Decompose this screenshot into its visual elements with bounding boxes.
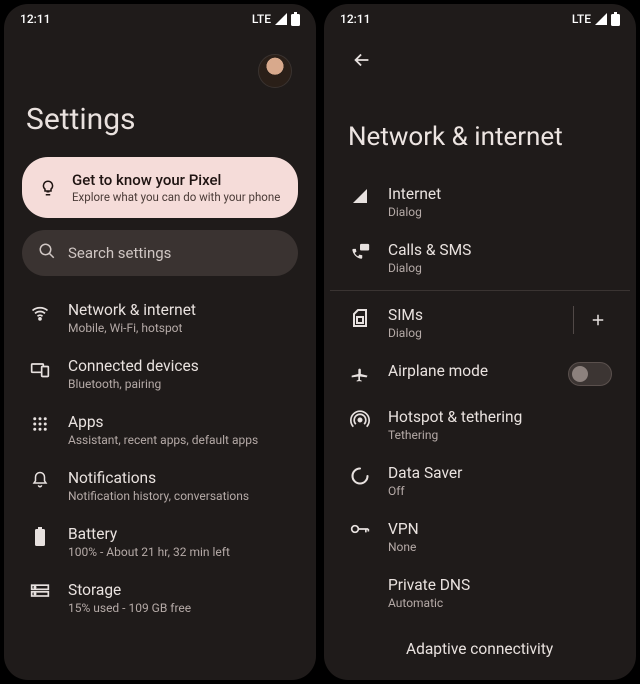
item-title: Apps — [68, 413, 292, 431]
lightbulb-icon — [38, 179, 58, 197]
item-subtitle: Tethering — [388, 428, 612, 442]
search-icon — [38, 242, 56, 264]
item-subtitle: 15% used - 109 GB free — [68, 601, 292, 615]
item-title: Connected devices — [68, 357, 292, 375]
pixel-tips-banner[interactable]: Get to know your Pixel Explore what you … — [22, 157, 298, 218]
item-subtitle: None — [388, 540, 612, 554]
status-time: 12:11 — [340, 12, 370, 26]
plus-icon — [589, 311, 607, 329]
battery-icon — [611, 12, 620, 26]
network-item-hotspot[interactable]: Hotspot & tethering Tethering — [330, 397, 630, 453]
bell-icon — [30, 469, 50, 489]
network-settings-screen: 12:11 LTE Network & internet Internet Di… — [324, 4, 636, 680]
search-placeholder: Search settings — [68, 244, 171, 262]
airplane-icon — [350, 362, 370, 384]
network-item-calls-sms[interactable]: Calls & SMS Dialog — [330, 230, 630, 286]
signal-icon — [594, 13, 608, 25]
network-label: LTE — [572, 12, 591, 26]
item-title: SIMs — [388, 306, 555, 324]
item-title: Battery — [68, 525, 292, 543]
add-sim-button[interactable] — [584, 306, 612, 334]
item-subtitle: Dialog — [388, 326, 555, 340]
settings-item-apps[interactable]: Apps Assistant, recent apps, default app… — [10, 402, 310, 458]
item-title: Airplane mode — [388, 362, 550, 380]
item-subtitle: Dialog — [388, 261, 612, 275]
avatar[interactable] — [258, 54, 292, 88]
item-title: Network & internet — [68, 301, 292, 319]
signal-triangle-icon — [350, 185, 370, 205]
status-bar: 12:11 LTE — [4, 4, 316, 30]
network-item-airplane[interactable]: Airplane mode — [330, 351, 630, 397]
network-item-sims[interactable]: SIMs Dialog — [330, 295, 630, 351]
item-title: Notifications — [68, 469, 292, 487]
item-title: Data Saver — [388, 464, 612, 482]
status-bar: 12:11 LTE — [324, 4, 636, 30]
sim-icon — [350, 306, 370, 328]
spacer-icon — [350, 576, 370, 578]
status-indicators: LTE — [572, 12, 620, 26]
data-saver-icon — [350, 464, 370, 486]
item-title: Hotspot & tethering — [388, 408, 612, 426]
divider-vertical — [573, 306, 574, 334]
banner-title: Get to know your Pixel — [72, 171, 280, 189]
item-subtitle: Notification history, conversations — [68, 489, 292, 503]
settings-main-screen: 12:11 LTE Settings Get to know your Pixe… — [4, 4, 316, 680]
network-item-data-saver[interactable]: Data Saver Off — [330, 453, 630, 509]
signal-icon — [274, 13, 288, 25]
item-title: Private DNS — [388, 576, 612, 594]
back-button[interactable] — [346, 44, 378, 76]
search-settings[interactable]: Search settings — [22, 230, 298, 276]
banner-subtitle: Explore what you can do with your phone — [72, 190, 280, 204]
network-content[interactable]: Network & internet Internet Dialog Calls… — [324, 30, 636, 680]
battery-icon — [291, 12, 300, 26]
settings-item-storage[interactable]: Storage 15% used - 109 GB free — [10, 570, 310, 626]
settings-content[interactable]: Settings Get to know your Pixel Explore … — [4, 30, 316, 680]
divider — [330, 290, 630, 291]
item-subtitle: Dialog — [388, 205, 612, 219]
network-item-vpn[interactable]: VPN None — [330, 509, 630, 565]
item-subtitle: Assistant, recent apps, default apps — [68, 433, 292, 447]
settings-item-battery[interactable]: Battery 100% - About 21 hr, 32 min left — [10, 514, 310, 570]
devices-icon — [30, 357, 50, 379]
settings-item-notifications[interactable]: Notifications Notification history, conv… — [10, 458, 310, 514]
item-title: VPN — [388, 520, 612, 538]
phone-sms-icon — [350, 241, 370, 263]
apps-icon — [30, 413, 50, 433]
battery-vert-icon — [30, 525, 50, 547]
network-item-private-dns[interactable]: Private DNS Automatic — [330, 565, 630, 621]
item-subtitle: Off — [388, 484, 612, 498]
settings-item-network[interactable]: Network & internet Mobile, Wi-Fi, hotspo… — [10, 290, 310, 346]
spacer-icon — [350, 632, 370, 634]
arrow-left-icon — [351, 49, 373, 71]
item-subtitle: 100% - About 21 hr, 32 min left — [68, 545, 292, 559]
page-title: Settings — [10, 88, 310, 157]
settings-item-connected-devices[interactable]: Connected devices Bluetooth, pairing — [10, 346, 310, 402]
airplane-toggle[interactable] — [568, 362, 612, 386]
key-icon — [350, 520, 370, 536]
item-subtitle: Automatic — [388, 596, 612, 610]
status-time: 12:11 — [20, 12, 50, 26]
item-subtitle: Mobile, Wi-Fi, hotspot — [68, 321, 292, 335]
wifi-icon — [30, 301, 50, 323]
network-item-internet[interactable]: Internet Dialog — [330, 174, 630, 230]
item-title: Adaptive connectivity — [406, 640, 553, 658]
item-subtitle: Bluetooth, pairing — [68, 377, 292, 391]
page-title: Network & internet — [330, 76, 630, 174]
status-indicators: LTE — [252, 12, 300, 26]
network-label: LTE — [252, 12, 271, 26]
item-title: Storage — [68, 581, 292, 599]
hotspot-icon — [350, 408, 370, 430]
storage-icon — [30, 581, 50, 599]
network-item-adaptive-connectivity[interactable]: Adaptive connectivity — [330, 621, 630, 658]
item-title: Calls & SMS — [388, 241, 612, 259]
item-title: Internet — [388, 185, 612, 203]
